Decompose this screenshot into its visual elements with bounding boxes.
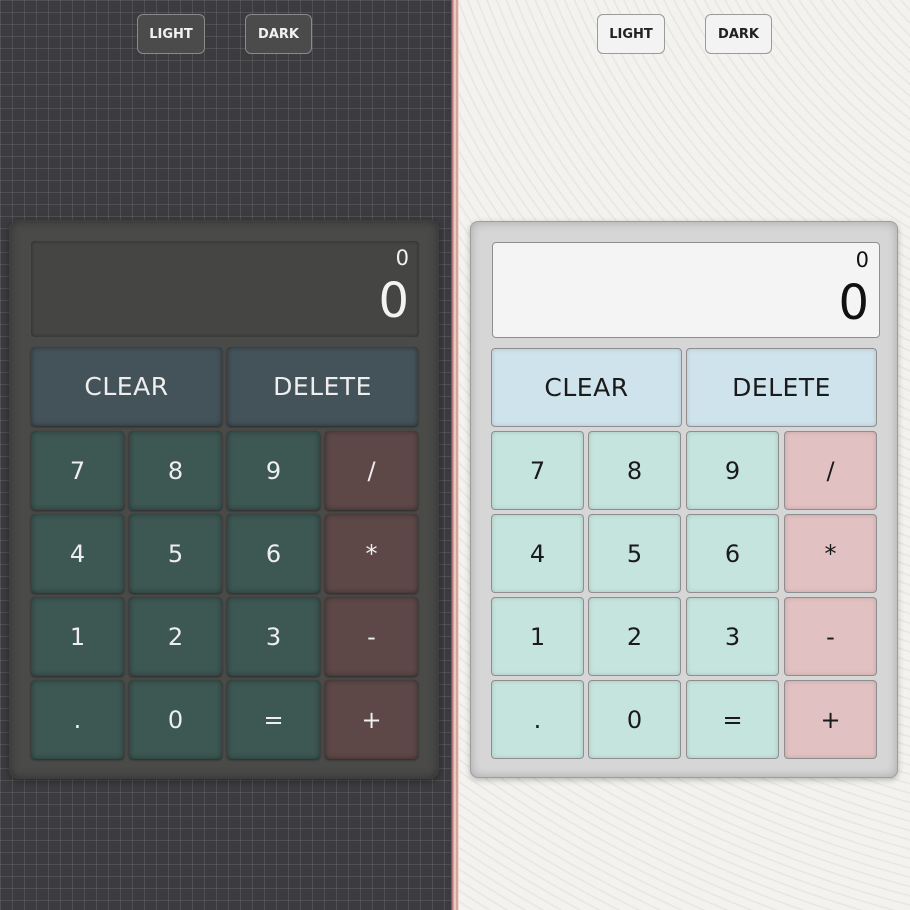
clear-button[interactable]: CLEAR — [31, 347, 222, 426]
key-decimal[interactable]: . — [491, 680, 584, 759]
key-multiply[interactable]: * — [784, 514, 877, 593]
light-theme-button[interactable]: LIGHT — [137, 14, 205, 54]
key-subtract[interactable]: - — [325, 597, 418, 676]
key-3[interactable]: 3 — [686, 597, 779, 676]
key-3[interactable]: 3 — [227, 597, 320, 676]
light-theme-pane: LIGHT DARK 0 0 CLEAR DELETE 7 8 9 / 4 5 … — [459, 0, 910, 910]
key-8[interactable]: 8 — [588, 431, 681, 510]
calculator-display: 0 0 — [31, 241, 419, 337]
key-4[interactable]: 4 — [31, 514, 124, 593]
key-2[interactable]: 2 — [588, 597, 681, 676]
key-1[interactable]: 1 — [31, 597, 124, 676]
pane-divider — [451, 0, 459, 910]
key-equals[interactable]: = — [686, 680, 779, 759]
delete-button[interactable]: DELETE — [227, 347, 418, 426]
key-subtract[interactable]: - — [784, 597, 877, 676]
calculator-display: 0 0 — [492, 242, 880, 338]
key-add[interactable]: + — [325, 680, 418, 759]
clear-button[interactable]: CLEAR — [491, 348, 682, 427]
key-1[interactable]: 1 — [491, 597, 584, 676]
key-9[interactable]: 9 — [227, 431, 320, 510]
key-0[interactable]: 0 — [588, 680, 681, 759]
key-add[interactable]: + — [784, 680, 877, 759]
key-4[interactable]: 4 — [491, 514, 584, 593]
key-2[interactable]: 2 — [129, 597, 222, 676]
key-decimal[interactable]: . — [31, 680, 124, 759]
current-operand: 0 — [838, 275, 869, 331]
key-divide[interactable]: / — [784, 431, 877, 510]
dark-theme-button[interactable]: DARK — [705, 14, 772, 54]
calculator: 0 0 CLEAR DELETE 7 8 9 / 4 5 6 * 1 2 3 -… — [10, 221, 438, 778]
key-equals[interactable]: = — [227, 680, 320, 759]
current-operand: 0 — [378, 273, 409, 329]
key-9[interactable]: 9 — [686, 431, 779, 510]
key-0[interactable]: 0 — [129, 680, 222, 759]
light-theme-button[interactable]: LIGHT — [597, 14, 665, 54]
key-multiply[interactable]: * — [325, 514, 418, 593]
dark-theme-button[interactable]: DARK — [245, 14, 312, 54]
dark-theme-pane: LIGHT DARK 0 0 CLEAR DELETE 7 8 9 / 4 5 … — [0, 0, 451, 910]
previous-operand: 0 — [395, 246, 409, 270]
key-7[interactable]: 7 — [491, 431, 584, 510]
key-5[interactable]: 5 — [588, 514, 681, 593]
key-6[interactable]: 6 — [227, 514, 320, 593]
key-7[interactable]: 7 — [31, 431, 124, 510]
key-6[interactable]: 6 — [686, 514, 779, 593]
calculator: 0 0 CLEAR DELETE 7 8 9 / 4 5 6 * 1 2 3 -… — [470, 221, 898, 778]
key-5[interactable]: 5 — [129, 514, 222, 593]
previous-operand: 0 — [855, 248, 869, 272]
delete-button[interactable]: DELETE — [686, 348, 877, 427]
key-divide[interactable]: / — [325, 431, 418, 510]
key-8[interactable]: 8 — [129, 431, 222, 510]
